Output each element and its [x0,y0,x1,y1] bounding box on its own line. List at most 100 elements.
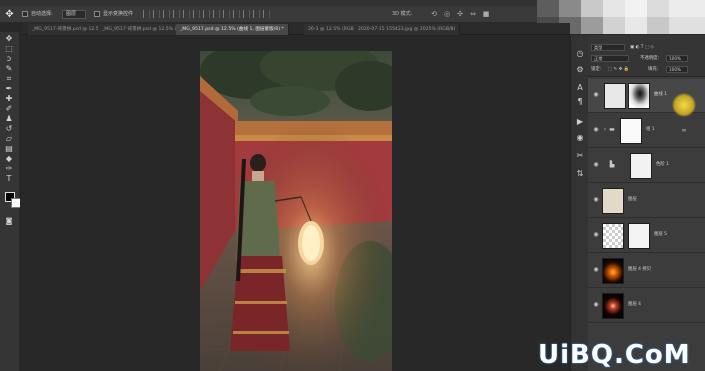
opacity-value: 100% [669,56,681,61]
kind-filter-dropdown[interactable]: 类型 [591,44,625,51]
visibility-eye-icon[interactable]: ◉ [592,196,600,204]
mode-3d-buttons: ⟲ ◎ ✣ ⇔ ■ [430,10,490,18]
distribute-left-icon[interactable] [233,10,240,18]
doc-tab-active[interactable]: _MG_9517.psd @ 12.5% (曲线 1, 图层蒙版/8) * [176,24,289,35]
auto-align-icon[interactable] [263,10,270,18]
layer-name[interactable]: 色阶 1 [656,161,669,169]
lock-label: 锁定: [591,67,602,72]
color-icon[interactable]: ◉ [575,133,585,143]
layer-row[interactable]: ◉ 图层 5 [588,219,705,253]
align-left-icon[interactable] [173,10,180,18]
tools-preset-icon[interactable]: ✂ [575,151,585,161]
quick-mask-icon[interactable]: ◙ [3,216,15,226]
layer-name[interactable]: 图层 [628,196,637,204]
fill-label: 填充: [648,67,659,72]
fill-input[interactable]: 100% [666,66,688,73]
palace-lantern-photo [200,51,392,371]
move-tool-icon[interactable]: ✥ [3,34,15,44]
layer-mask-thumbnail[interactable] [628,223,650,249]
distribute-bottom-icon[interactable] [223,10,230,18]
adjustments-icon[interactable]: ⚙ [575,65,585,75]
distribute-hcenter-icon[interactable] [243,10,250,18]
layer-row[interactable]: ◉ 图层 4 拷贝 [588,254,705,288]
auto-select-dropdown[interactable]: 图层 [62,10,86,19]
adjustment-icon [604,83,626,109]
clone-stamp-tool-icon[interactable]: ♟ [3,114,15,124]
show-transform-checkbox[interactable] [94,11,100,17]
group-mask-thumbnail[interactable] [620,118,642,144]
layer-thumbnail[interactable] [602,293,624,319]
paragraph-icon[interactable]: ¶ [575,97,585,107]
tools-panel: ✥ ⬚ ↄ ✎ ⌗ ✒ ✚ ✐ ♟ ↺ ▱ ▤ ◆ ✑ T ▸ ▭ ✋ ⚲ ◙ [0,32,21,371]
eyedropper-tool-icon[interactable]: ✒ [3,84,15,94]
levels-adjustment-icon: ▙ [609,161,615,168]
visibility-eye-icon[interactable]: ◉ [592,231,600,239]
filter-icons[interactable]: ▣ ◐ T ⬚ ◇ [630,44,654,51]
visibility-eye-icon[interactable]: ◉ [592,161,600,169]
layer-row[interactable]: ◉ ▙ 色阶 1 [588,149,705,183]
brush-tool-icon[interactable]: ✐ [3,104,15,114]
actions-icon[interactable]: ▶ [575,117,585,127]
align-right-icon[interactable] [193,10,200,18]
blend-mode-value: 正常 [594,56,603,61]
gradient-tool-icon[interactable]: ▤ [3,144,15,154]
folder-icon: ▬ [609,126,615,133]
distribute-top-icon[interactable] [203,10,210,18]
align-bottom-icon[interactable] [163,10,170,18]
layer-mask-thumbnail[interactable] [630,153,652,179]
show-transform-label: 显示变换控件 [103,11,134,17]
layer-row[interactable]: ◉ 图层 [588,184,705,218]
align-hcenter-icon[interactable] [183,10,190,18]
crop-tool-icon[interactable]: ⌗ [3,74,15,84]
roll-3d-icon[interactable]: ◎ [443,10,451,18]
layer-name[interactable]: 曲线 1 [654,91,667,99]
cursor-highlight [672,93,696,117]
lasso-tool-icon[interactable]: ↄ [3,54,15,64]
layer-thumbnail[interactable] [602,258,624,284]
mode-3d-label: 3D 模式: [392,11,413,17]
drag-3d-icon[interactable]: ✣ [456,10,464,18]
channels-icon[interactable]: ⇅ [575,169,585,179]
rotate-3d-icon[interactable]: ⟲ [430,10,438,18]
spot-heal-tool-icon[interactable]: ✚ [3,94,15,104]
layer-mask-thumbnail[interactable] [628,83,650,109]
auto-select-label: 自动选择: [31,11,53,17]
visibility-eye-icon[interactable]: ◉ [592,126,600,134]
marquee-tool-icon[interactable]: ⬚ [3,44,15,54]
visibility-eye-icon[interactable]: ◉ [592,91,600,99]
fx-link-icon[interactable]: ∞ [680,127,688,135]
layer-row[interactable]: ◉ 图层 4 [588,289,705,323]
character-icon[interactable]: A [575,83,585,93]
visibility-eye-icon[interactable]: ◉ [592,301,600,309]
layer-name[interactable]: 组 1 [646,126,655,134]
slide-3d-icon[interactable]: ⇔ [469,10,477,18]
layer-name[interactable]: 图层 5 [654,231,667,239]
align-buttons [143,10,270,18]
auto-select-checkbox[interactable] [22,11,28,17]
layer-name[interactable]: 图层 4 [628,301,641,309]
kind-filter-value: 类型 [594,45,603,50]
panel-icon-strip: ◷ ⚙ A ¶ ▶ ◉ ✂ ⇅ [570,35,588,371]
layer-thumbnail[interactable] [602,223,624,249]
fill-value: 100% [669,67,681,72]
blend-mode-dropdown[interactable]: 正常 [591,55,629,62]
doc-tab[interactable]: 2020-07-15 155423.jpg @ 2025% (RGB/8) [354,24,461,35]
distribute-right-icon[interactable] [253,10,260,18]
align-top-icon[interactable] [143,10,150,18]
align-vcenter-icon[interactable] [153,10,160,18]
layer-name[interactable]: 图层 4 拷贝 [628,266,651,274]
document-tabs: _MG_9517-背景拼.psd @ 12.5% (图层 1, RGB/8) ×… [22,23,570,35]
layer-thumbnail[interactable] [602,188,624,214]
layers-panel: 类型 ▣ ◐ T ⬚ ◇ 正常 不透明度: 100% 锁定: ⬚ ✎ ✥ 🔒 填… [588,35,705,371]
layers-panel-header: 类型 ▣ ◐ T ⬚ ◇ 正常 不透明度: 100% 锁定: ⬚ ✎ ✥ 🔒 填… [588,35,705,77]
watermark-logo: UiBQ.CoM [538,340,691,370]
history-icon[interactable]: ◷ [575,49,585,59]
visibility-eye-icon[interactable]: ◉ [592,266,600,274]
quick-select-tool-icon[interactable]: ✎ [3,64,15,74]
opacity-input[interactable]: 100% [666,55,688,62]
canvas-image[interactable] [200,51,392,371]
distribute-vcenter-icon[interactable] [213,10,220,18]
move-tool-icon[interactable]: ✥ [4,9,15,20]
scale-3d-icon[interactable]: ■ [482,10,490,18]
lock-icons[interactable]: ⬚ ✎ ✥ 🔒 [608,66,629,73]
